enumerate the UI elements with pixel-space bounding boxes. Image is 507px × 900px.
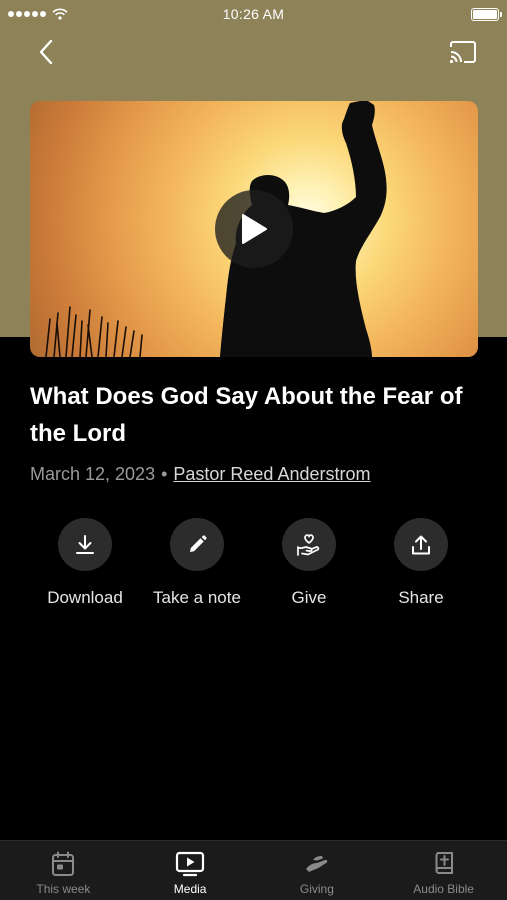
share-label: Share [398, 588, 444, 607]
speaker-link[interactable]: Pastor Reed Anderstrom [173, 464, 370, 485]
tab-this-week-label: This week [36, 882, 91, 896]
share-circle [394, 518, 448, 571]
status-time: 10:26 AM [222, 6, 285, 22]
back-button[interactable] [28, 34, 64, 70]
share-button[interactable]: Share [365, 518, 477, 608]
give-circle [282, 518, 336, 571]
download-label: Download [47, 588, 123, 607]
download-icon [76, 534, 94, 554]
signal-status [8, 8, 128, 20]
tab-audio-bible[interactable]: Audio Bible [380, 841, 507, 900]
give-button[interactable]: Give [253, 518, 365, 608]
sermon-thumbnail[interactable] [30, 101, 478, 357]
signal-strength-icon [8, 11, 46, 17]
cast-icon [449, 41, 476, 64]
play-button[interactable] [215, 190, 293, 268]
cast-button[interactable] [445, 34, 481, 70]
status-bar: 10:26 AM [0, 0, 507, 28]
media-player-icon [176, 851, 205, 877]
take-note-button[interactable]: Take a note [141, 518, 253, 608]
bible-icon [435, 852, 453, 874]
action-row: Download Take a note Give Share [29, 518, 477, 608]
share-icon [412, 535, 430, 554]
top-nav [0, 32, 507, 72]
download-button[interactable]: Download [29, 518, 141, 608]
sermon-title: What Does God Say About the Fear of the … [30, 383, 463, 447]
calendar-icon [52, 851, 75, 876]
download-circle [58, 518, 112, 571]
sermon-date: March 12, 2023 [30, 464, 156, 484]
tab-bar: This week Media Giving Audio Bible [0, 840, 507, 900]
meta-separator: • [161, 464, 168, 484]
wifi-icon [52, 8, 68, 20]
tab-giving[interactable]: Giving [254, 841, 381, 900]
sermon-meta: March 12, 2023 • Pastor Reed Anderstrom [30, 464, 490, 485]
play-icon [242, 214, 267, 244]
tab-media[interactable]: Media [127, 841, 254, 900]
give-heart-hand-icon [297, 533, 320, 556]
tab-audio-bible-label: Audio Bible [413, 882, 474, 896]
take-note-label: Take a note [153, 588, 241, 607]
tab-giving-label: Giving [299, 882, 334, 896]
battery-icon [471, 7, 502, 21]
giving-hand-icon [305, 856, 328, 872]
pencil-icon [190, 534, 207, 552]
take-note-circle [170, 518, 224, 571]
tab-this-week[interactable]: This week [0, 841, 127, 900]
chevron-left-icon [39, 39, 53, 65]
give-label: Give [291, 588, 327, 607]
tab-media-label: Media [173, 882, 207, 896]
